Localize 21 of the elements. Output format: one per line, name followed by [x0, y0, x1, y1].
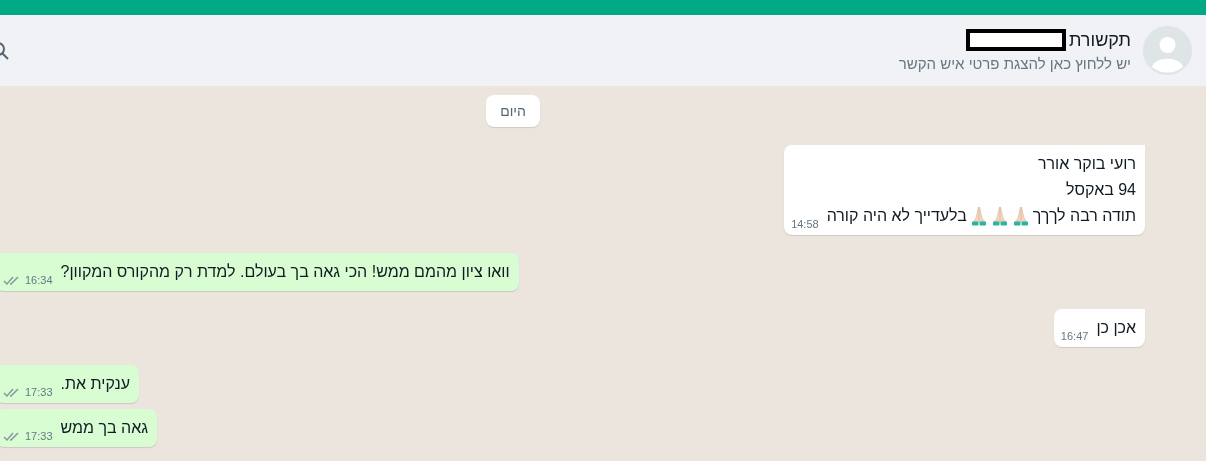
- message-time: 17:33: [25, 386, 53, 398]
- praying-hands-icon: [969, 206, 988, 226]
- date-chip: היום: [486, 95, 540, 127]
- message-text: 94 באקסל: [1066, 180, 1136, 200]
- praying-hands-icon: [990, 206, 1009, 226]
- message-text: רועי בוקר אורר: [1037, 154, 1136, 174]
- praying-hands-icon: [1011, 206, 1030, 226]
- message-text: אכן כן: [1096, 318, 1136, 338]
- message-time: 17:33: [25, 430, 53, 442]
- message-text: בלעדייך לא היה קורה: [826, 206, 967, 226]
- message-time: 14:58: [791, 218, 819, 230]
- avatar-icon: [1143, 26, 1192, 75]
- contact-info-hint: יש ללחוץ כאן להצגת פרטי איש הקשר: [897, 55, 1131, 72]
- contact-name: תקשורת: [1068, 29, 1131, 51]
- message-text: גאה בך ממש: [60, 418, 148, 438]
- chat-header[interactable]: תקשורת יש ללחוץ כאן להצגת פרטי איש הקשר: [0, 15, 1206, 86]
- message-text: תודה רבה לךךך: [1032, 206, 1136, 226]
- message-time: 16:34: [25, 274, 53, 286]
- message-text: וואו ציון מהמם ממש! הכי גאה בך בעולם. למדת רק מהקורס המקוון?: [60, 262, 510, 282]
- message-time: 16:47: [1060, 330, 1089, 342]
- message-text: ענקית את.: [60, 374, 131, 394]
